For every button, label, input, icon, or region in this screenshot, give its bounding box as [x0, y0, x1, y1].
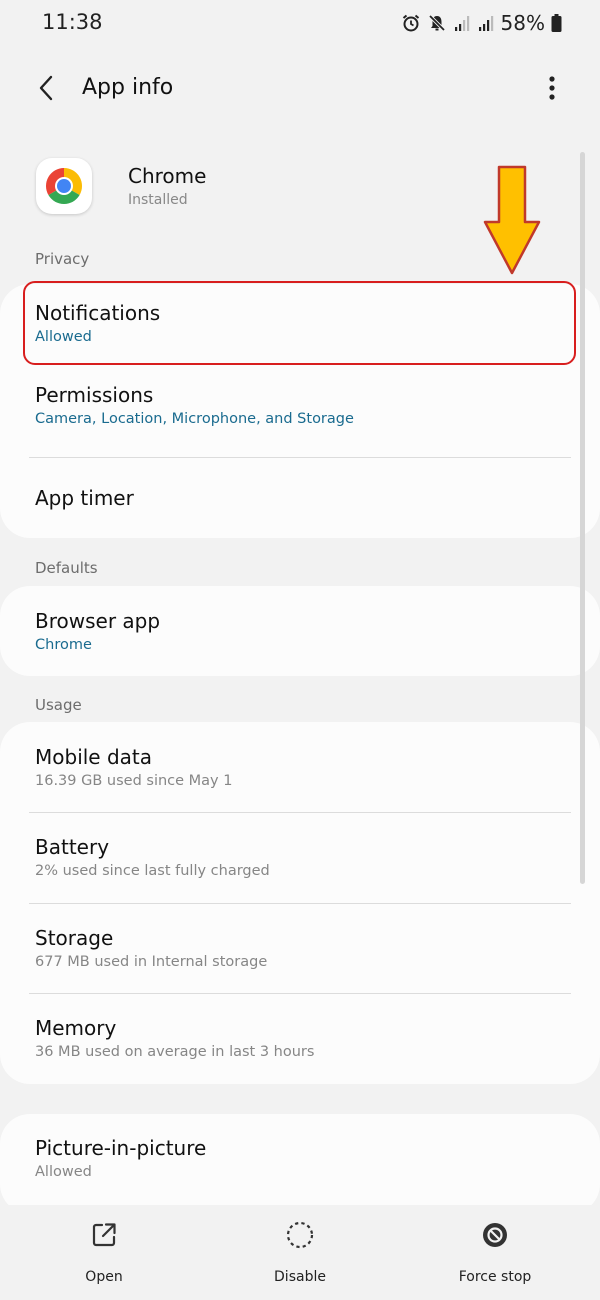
force-stop-icon — [483, 1223, 507, 1247]
app-timer-item[interactable]: App timer — [0, 458, 600, 538]
permissions-item[interactable]: Permissions Camera, Location, Microphone… — [0, 366, 600, 458]
notifications-item[interactable]: Notifications Allowed — [0, 284, 600, 366]
battery-title: Battery — [35, 835, 110, 859]
memory-summary: 36 MB used on average in last 3 hours — [35, 1044, 315, 1060]
app-header: Chrome Installed — [36, 156, 456, 220]
back-arrow-icon — [39, 75, 53, 101]
battery-summary: 2% used since last fully charged — [35, 863, 270, 879]
section-label-usage: Usage — [35, 696, 82, 714]
signal-icon — [478, 16, 493, 31]
open-button[interactable]: Open — [44, 1219, 164, 1295]
app-info-screen: 11:38 58% App info Chrome Installed Priv… — [0, 0, 600, 1300]
force-stop-button[interactable]: Force stop — [435, 1219, 555, 1295]
notifications-status: Allowed — [35, 329, 92, 345]
battery-icon — [551, 14, 562, 32]
storage-summary: 677 MB used in Internal storage — [35, 954, 268, 970]
force-stop-label: Force stop — [458, 1269, 532, 1285]
alarm-icon — [402, 14, 419, 32]
disable-button[interactable]: Disable — [240, 1219, 360, 1295]
permissions-summary: Camera, Location, Microphone, and Storag… — [35, 411, 354, 427]
status-bar: 11:38 58% — [0, 0, 600, 46]
picture-in-picture-item[interactable]: Picture-in-picture Allowed — [0, 1114, 600, 1206]
battery-percent: 58% — [500, 11, 545, 35]
browser-app-item[interactable]: Browser app Chrome — [0, 586, 600, 676]
memory-title: Memory — [35, 1016, 117, 1040]
page-title: App info — [82, 75, 174, 100]
status-time: 11:38 — [42, 10, 103, 34]
open-label: Open — [85, 1269, 123, 1285]
section-label-defaults: Defaults — [35, 559, 98, 577]
usage-card: Mobile data 16.39 GB used since May 1 Ba… — [0, 722, 600, 1084]
app-install-status: Installed — [128, 192, 188, 208]
browser-app-value: Chrome — [35, 637, 92, 653]
permissions-title: Permissions — [35, 383, 154, 407]
down-arrow-callout-icon — [483, 165, 541, 275]
app-bar: App info — [0, 60, 600, 116]
storage-title: Storage — [35, 926, 114, 950]
defaults-card: Browser app Chrome — [0, 586, 600, 676]
app-name: Chrome — [128, 164, 207, 188]
notifications-title: Notifications — [35, 301, 161, 325]
mobile-data-title: Mobile data — [35, 745, 153, 769]
storage-item[interactable]: Storage 677 MB used in Internal storage — [0, 904, 600, 994]
chrome-logo-icon — [36, 158, 92, 214]
app-timer-title: App timer — [35, 486, 134, 510]
status-icons: 58% — [395, 10, 562, 36]
disable-icon — [286, 1221, 314, 1249]
open-external-icon — [92, 1223, 116, 1247]
picture-in-picture-title: Picture-in-picture — [35, 1136, 207, 1160]
more-options-button[interactable] — [532, 68, 572, 108]
section-label-privacy: Privacy — [35, 250, 90, 268]
mobile-data-item[interactable]: Mobile data 16.39 GB used since May 1 — [0, 722, 600, 813]
signal-icon — [454, 16, 469, 31]
more-vert-icon — [549, 76, 555, 100]
browser-app-title: Browser app — [35, 609, 161, 633]
memory-item[interactable]: Memory 36 MB used on average in last 3 h… — [0, 994, 600, 1084]
advanced-card: Picture-in-picture Allowed — [0, 1114, 600, 1214]
battery-item[interactable]: Battery 2% used since last fully charged — [0, 813, 600, 904]
back-button[interactable] — [26, 68, 66, 108]
privacy-card: Notifications Allowed Permissions Camera… — [0, 284, 600, 538]
mute-icon — [428, 14, 445, 32]
picture-in-picture-status: Allowed — [35, 1164, 92, 1180]
disable-label: Disable — [274, 1269, 326, 1285]
bottom-action-bar: Open Disable Force stop — [0, 1205, 600, 1300]
scrollbar[interactable] — [580, 152, 585, 884]
mobile-data-summary: 16.39 GB used since May 1 — [35, 773, 233, 789]
